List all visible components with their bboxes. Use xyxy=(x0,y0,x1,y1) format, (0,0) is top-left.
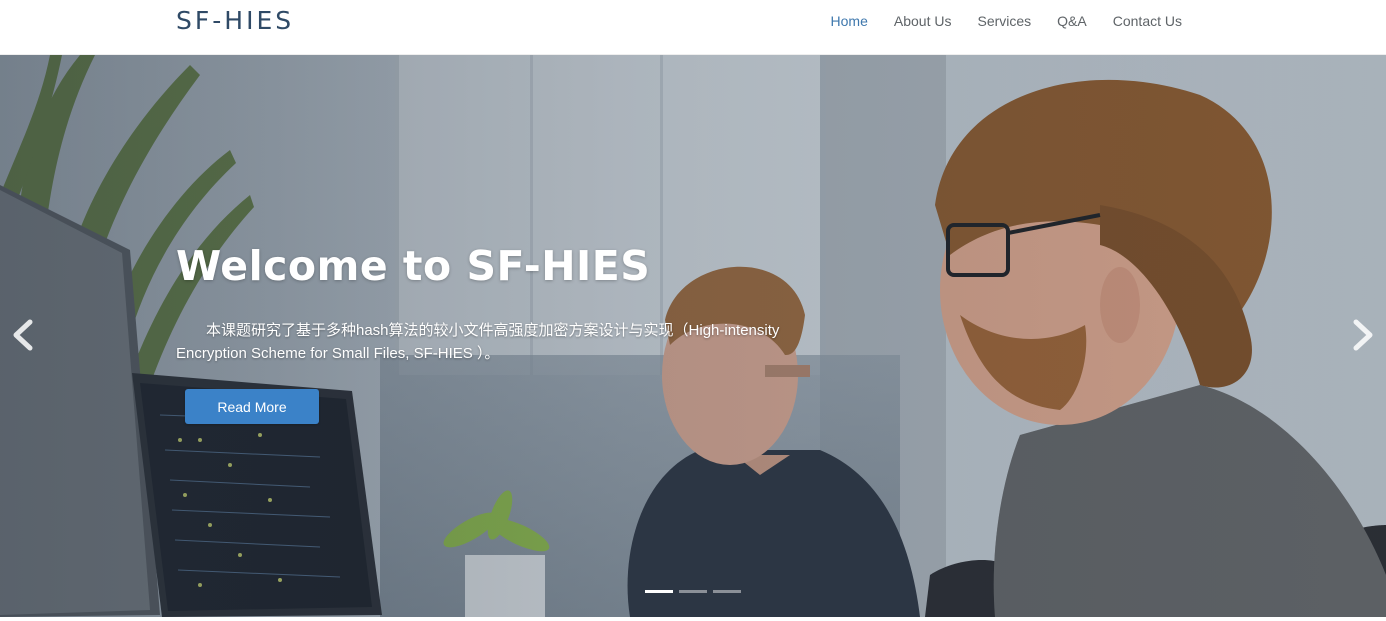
nav-contact-us[interactable]: Contact Us xyxy=(1100,12,1195,30)
site-header: SF-HIES Home About Us Services Q&A Conta… xyxy=(0,0,1386,55)
hero-description: 本课题研究了基于多种hash算法的较小文件高强度加密方案设计与实现（High-i… xyxy=(176,322,780,362)
read-more-button[interactable]: Read More xyxy=(185,389,319,424)
page-below-hero xyxy=(0,617,1386,621)
nav-home[interactable]: Home xyxy=(818,12,881,30)
nav-services[interactable]: Services xyxy=(964,12,1044,30)
carousel-indicators xyxy=(645,590,741,593)
carousel-indicator-3[interactable] xyxy=(713,590,741,593)
nav-qa[interactable]: Q&A xyxy=(1044,12,1100,30)
nav-about-us[interactable]: About Us xyxy=(881,12,965,30)
carousel-indicator-1[interactable] xyxy=(645,590,673,593)
hero-carousel: Welcome to SF-HIES 本课题研究了基于多种hash算法的较小文件… xyxy=(0,55,1386,617)
chevron-right-icon xyxy=(1353,319,1373,351)
chevron-left-icon xyxy=(13,319,33,351)
hero-title: Welcome to SF-HIES xyxy=(176,242,651,290)
main-nav: Home About Us Services Q&A Contact Us xyxy=(818,12,1195,30)
site-logo[interactable]: SF-HIES xyxy=(176,6,294,35)
carousel-next-button[interactable] xyxy=(1348,318,1378,352)
carousel-indicator-2[interactable] xyxy=(679,590,707,593)
carousel-prev-button[interactable] xyxy=(8,318,38,352)
